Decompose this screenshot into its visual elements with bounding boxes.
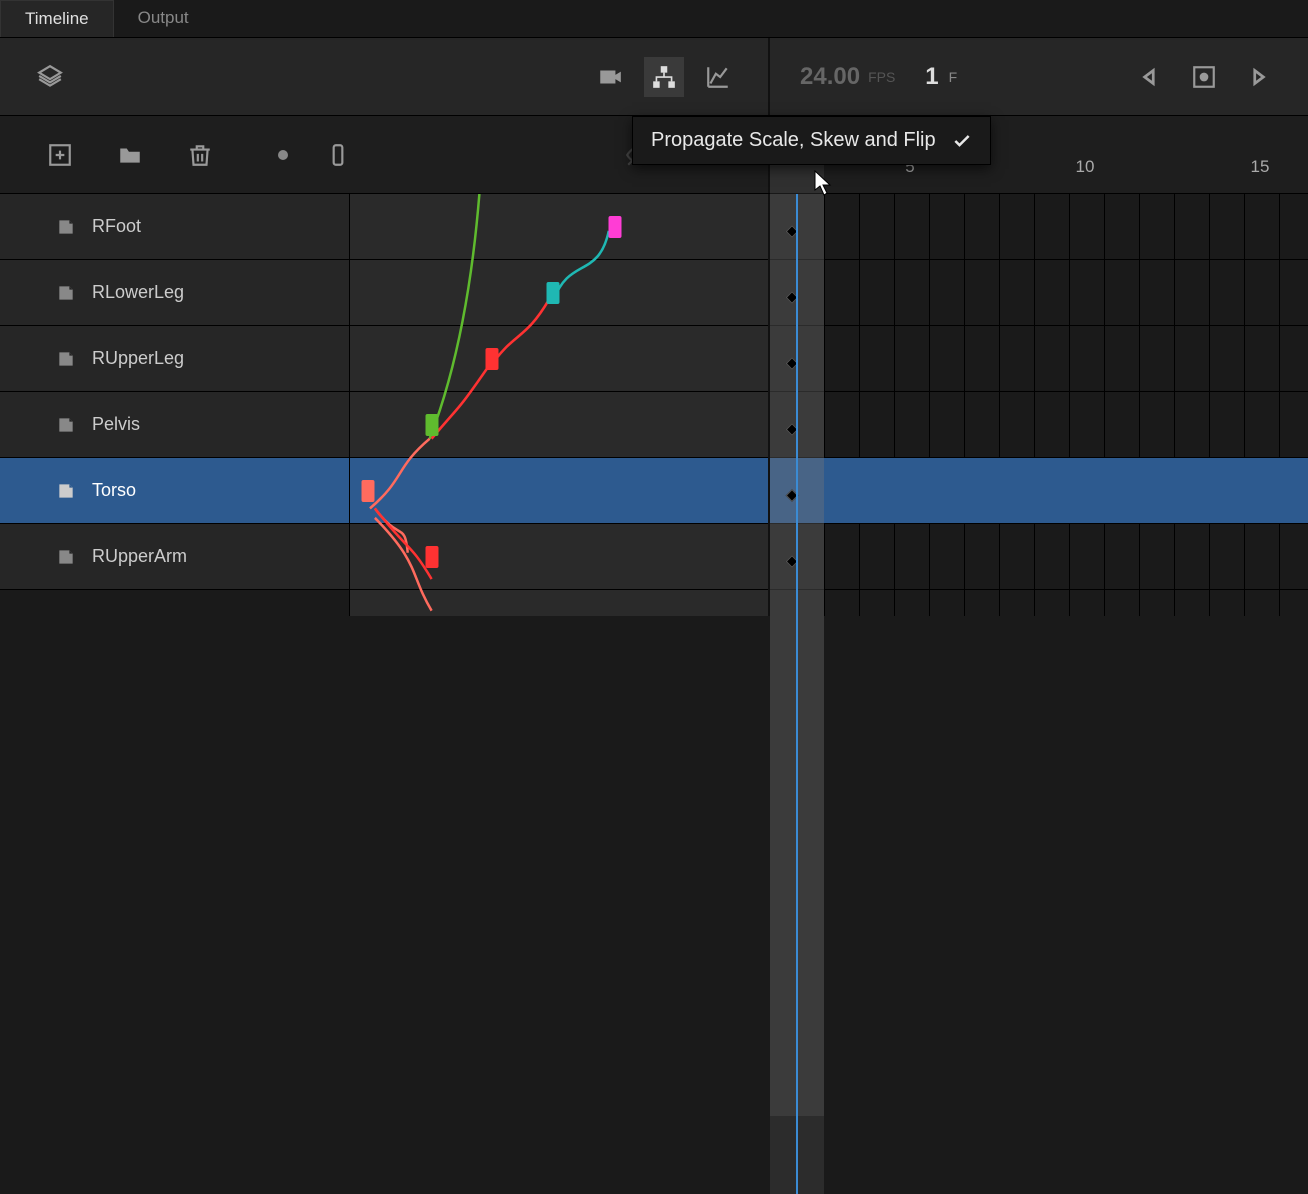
frame-display[interactable]: 1 F — [925, 63, 957, 91]
record-keyframe-button[interactable] — [1184, 57, 1224, 97]
layer-torso[interactable]: Torso — [0, 458, 349, 524]
layer-label: Pelvis — [92, 414, 140, 435]
layers-list: RFoot RLowerLeg RUpperLeg Pelvis Torso R… — [0, 194, 350, 616]
layer-pelvis[interactable]: Pelvis — [0, 392, 349, 458]
new-layer-button[interactable] — [40, 135, 80, 175]
layers-area: RFoot RLowerLeg RUpperLeg Pelvis Torso R… — [0, 194, 1308, 616]
ruler-tick-10: 10 — [1076, 157, 1095, 177]
timeline-grid — [770, 194, 1308, 616]
fps-value: 24.00 — [800, 63, 860, 91]
layer-rlowerleg[interactable]: RLowerLeg — [0, 260, 349, 326]
folder-icon[interactable] — [110, 135, 150, 175]
node-rupperleg[interactable] — [486, 348, 499, 370]
tooltip-propagate: Propagate Scale, Skew and Flip — [632, 116, 991, 165]
node-rupperarm[interactable] — [426, 546, 439, 568]
layer-label: RUpperArm — [92, 546, 187, 567]
layer-icon — [56, 349, 76, 369]
node-rfoot[interactable] — [609, 216, 622, 238]
layer-icon — [56, 283, 76, 303]
layer-rupperarm[interactable]: RUpperArm — [0, 524, 349, 590]
layer-icon — [56, 217, 76, 237]
layer-icon — [56, 481, 76, 501]
layer-label: RFoot — [92, 216, 141, 237]
frame-marker-icon[interactable] — [318, 135, 358, 175]
node-torso[interactable] — [362, 480, 375, 502]
next-frame-button[interactable] — [1238, 57, 1278, 97]
layer-rupperleg[interactable]: RUpperLeg — [0, 326, 349, 392]
fps-label: FPS — [868, 69, 895, 85]
graph-icon[interactable] — [698, 57, 738, 97]
toolbar-main: 24.00 FPS 1 F — [0, 38, 1308, 116]
trash-icon[interactable] — [180, 135, 220, 175]
prev-frame-button[interactable] — [1130, 57, 1170, 97]
check-icon — [952, 131, 972, 151]
layer-label: RLowerLeg — [92, 282, 184, 303]
playhead-line — [796, 194, 798, 1194]
hierarchy-icon[interactable] — [644, 57, 684, 97]
layers-icon[interactable] — [30, 57, 70, 97]
ruler-tick-15: 15 — [1251, 157, 1270, 177]
fps-display[interactable]: 24.00 FPS — [800, 63, 895, 91]
marker-dot-icon[interactable] — [278, 150, 288, 160]
tab-timeline[interactable]: Timeline — [0, 0, 114, 37]
node-pelvis[interactable] — [426, 414, 439, 436]
layer-label: RUpperLeg — [92, 348, 184, 369]
parenting-column — [350, 194, 770, 616]
tooltip-text: Propagate Scale, Skew and Flip — [651, 129, 936, 152]
cursor-icon — [814, 170, 834, 198]
tab-output[interactable]: Output — [114, 0, 213, 37]
node-rlowerleg[interactable] — [547, 282, 560, 304]
panel-tabs: Timeline Output — [0, 0, 1308, 38]
camera-icon[interactable] — [590, 57, 630, 97]
layer-rfoot[interactable]: RFoot — [0, 194, 349, 260]
frame-label: F — [949, 69, 958, 85]
layer-icon — [56, 547, 76, 567]
frame-value: 1 — [925, 63, 938, 91]
layer-icon — [56, 415, 76, 435]
layer-label: Torso — [92, 480, 136, 501]
